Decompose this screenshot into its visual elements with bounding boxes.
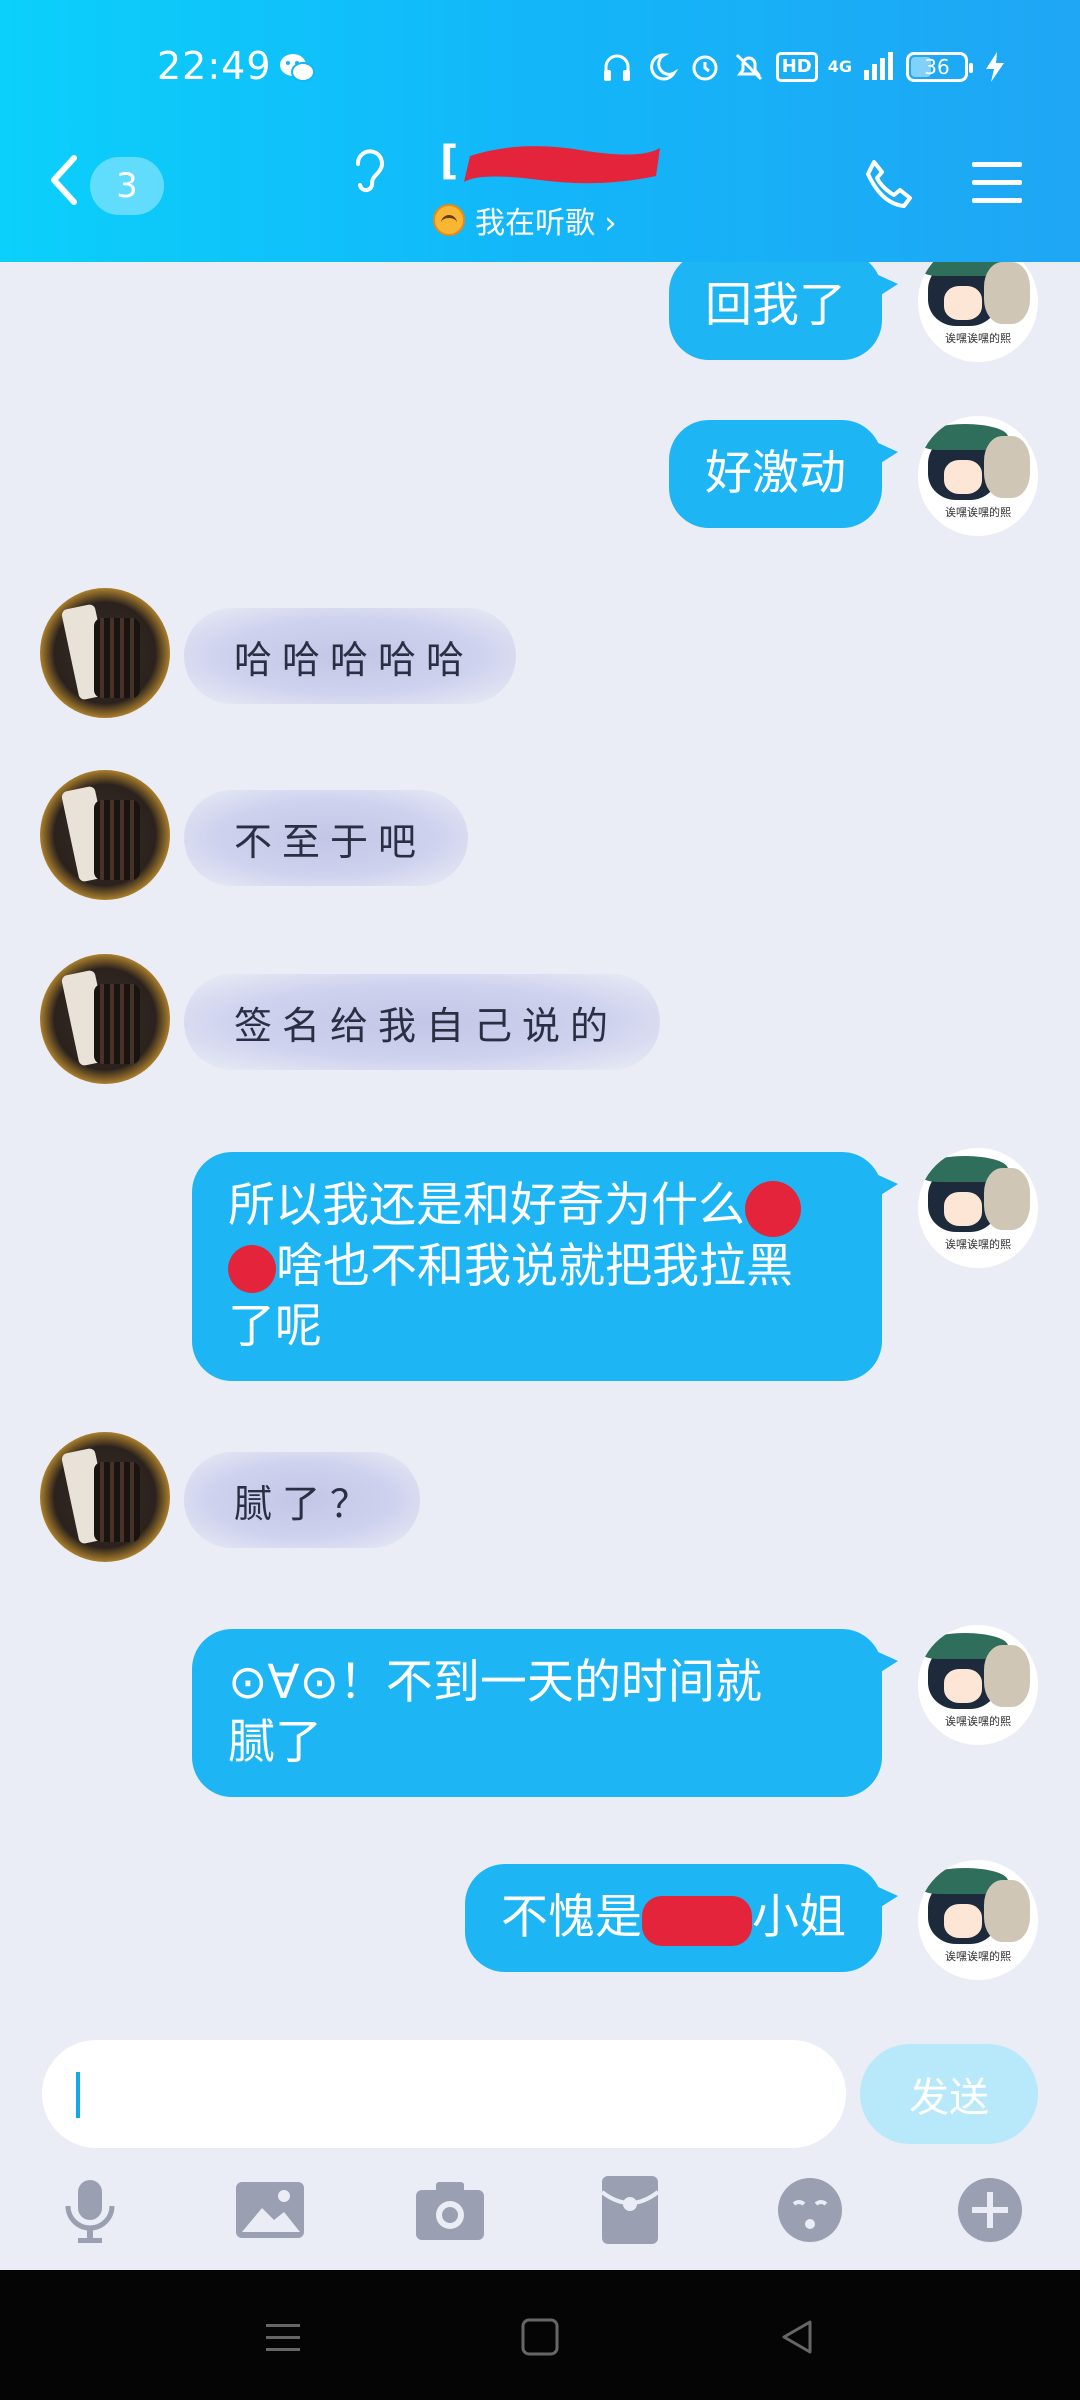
chat-header: 22:49 HD 4G 36 3 [ 我在听歌 › bbox=[0, 0, 1080, 262]
moon-icon bbox=[649, 53, 678, 81]
signal-icon bbox=[864, 52, 893, 80]
recents-icon[interactable] bbox=[262, 2316, 304, 2358]
system-nav-bar bbox=[0, 2270, 1080, 2400]
contact-avatar[interactable] bbox=[40, 1432, 170, 1562]
message-bubble-self[interactable]: 所以我还是和好奇为什么 啥也不和我说就把我拉黑 了呢 bbox=[192, 1152, 898, 1381]
red-packet-icon[interactable] bbox=[594, 2174, 666, 2246]
microphone-icon[interactable] bbox=[54, 2174, 126, 2246]
self-avatar[interactable]: 诶嘿诶嘿的熙 bbox=[918, 1860, 1038, 1980]
phone-call-icon[interactable] bbox=[862, 158, 914, 210]
contact-status[interactable]: 我在听歌 › bbox=[433, 198, 617, 242]
status-time: 22:49 bbox=[157, 44, 272, 88]
emoji-icon[interactable] bbox=[774, 2174, 846, 2246]
message-bubble-self[interactable]: 回我了 bbox=[669, 262, 898, 360]
input-toolbar bbox=[0, 2170, 1080, 2270]
contact-avatar[interactable] bbox=[40, 954, 170, 1084]
message-input[interactable] bbox=[42, 2040, 846, 2148]
message-bubble-other[interactable]: 不至于吧 bbox=[184, 790, 469, 886]
message-bubble-other[interactable]: 签名给我自己说的 bbox=[184, 974, 661, 1070]
redaction-mark bbox=[642, 1895, 752, 1946]
redaction-mark bbox=[464, 146, 660, 184]
contact-status-text: 我在听歌 › bbox=[475, 206, 617, 241]
contact-name[interactable]: [ bbox=[440, 138, 458, 184]
status-bar: 22:49 HD 4G 36 bbox=[0, 40, 1080, 100]
message-bubble-other[interactable]: 腻了？ bbox=[184, 1452, 421, 1548]
message-bubble-self[interactable]: 好激动 bbox=[669, 420, 898, 528]
contact-avatar[interactable] bbox=[40, 770, 170, 900]
headphones-icon bbox=[603, 54, 630, 81]
self-avatar[interactable]: 诶嘿诶嘿的熙 bbox=[918, 262, 1038, 362]
self-avatar[interactable]: 诶嘿诶嘿的熙 bbox=[918, 1148, 1038, 1268]
contact-avatar[interactable] bbox=[40, 588, 170, 718]
hd-badge: HD bbox=[775, 52, 818, 82]
plus-icon[interactable] bbox=[954, 2174, 1026, 2246]
text-caret bbox=[76, 2072, 80, 2118]
send-button[interactable]: 发送 bbox=[860, 2044, 1038, 2144]
alarm-icon bbox=[692, 55, 718, 81]
back-icon[interactable] bbox=[44, 150, 84, 210]
message-list[interactable]: 回我了 诶嘿诶嘿的熙 好激动 诶嘿诶嘿的熙 哈哈哈哈哈 不至于吧 签名给我自己说… bbox=[0, 262, 1080, 2032]
unread-count-badge[interactable]: 3 bbox=[90, 157, 164, 215]
self-avatar[interactable]: 诶嘿诶嘿的熙 bbox=[918, 1625, 1038, 1745]
image-icon[interactable] bbox=[234, 2174, 306, 2246]
wechat-icon bbox=[280, 54, 315, 82]
message-bubble-self[interactable]: ⊙∀⊙！不到一天的时间就 腻了 bbox=[192, 1629, 898, 1797]
status-icons: HD 4G 36 bbox=[600, 50, 1012, 84]
smile-emoji-icon bbox=[433, 204, 465, 236]
back-nav-icon[interactable] bbox=[776, 2316, 818, 2358]
message-bubble-self[interactable]: 不愧是 小姐 bbox=[465, 1864, 898, 1972]
charging-icon bbox=[986, 52, 1004, 82]
self-avatar[interactable]: 诶嘿诶嘿的熙 bbox=[918, 416, 1038, 536]
redaction-mark bbox=[745, 1180, 801, 1237]
camera-icon[interactable] bbox=[414, 2174, 486, 2246]
redaction-mark bbox=[228, 1245, 276, 1293]
ear-icon[interactable] bbox=[348, 146, 388, 198]
menu-icon[interactable] bbox=[970, 158, 1024, 206]
home-icon[interactable] bbox=[519, 2316, 561, 2358]
message-bubble-other[interactable]: 哈哈哈哈哈 bbox=[184, 608, 517, 704]
mute-bell-icon bbox=[735, 53, 762, 81]
network-type: 4G bbox=[827, 57, 852, 76]
battery-indicator: 36 bbox=[906, 52, 973, 82]
